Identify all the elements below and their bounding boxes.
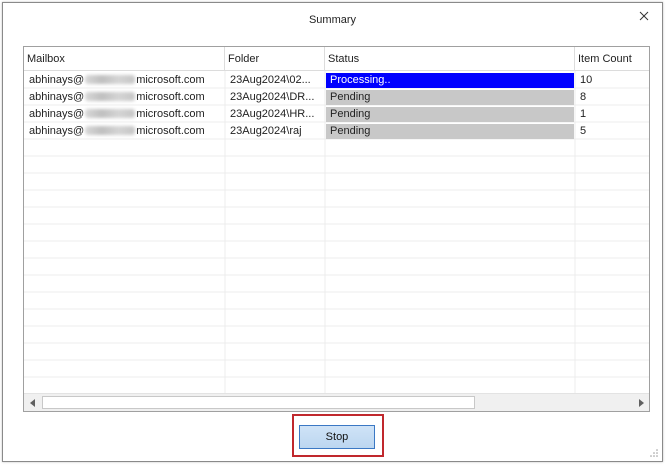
item-count-cell: 10 — [580, 74, 593, 86]
scroll-thumb[interactable] — [42, 396, 475, 409]
dialog-title: Summary — [308, 14, 357, 26]
table-row[interactable]: abhinays@ microsoft.com 23Aug2024\02... P… — [24, 72, 649, 89]
resize-grip-icon[interactable] — [649, 448, 659, 458]
status-cell: Pending — [326, 124, 574, 139]
close-icon — [639, 11, 649, 21]
horizontal-scrollbar[interactable] — [24, 393, 649, 411]
column-header-status[interactable]: Status — [325, 47, 575, 71]
column-header-mailbox[interactable]: Mailbox — [24, 47, 225, 71]
column-header-folder[interactable]: Folder — [225, 47, 325, 71]
grid-header: Mailbox Folder Status Item Count — [24, 47, 649, 71]
folder-cell: 23Aug2024\DR... — [230, 91, 315, 103]
summary-grid[interactable]: Mailbox Folder Status Item Count abhinay… — [23, 46, 650, 412]
table-row[interactable]: abhinays@ microsoft.com 23Aug2024\DR... P… — [24, 89, 649, 106]
redacted-text — [85, 109, 136, 118]
mailbox-cell: abhinays@ microsoft.com — [29, 125, 205, 137]
folder-cell: 23Aug2024\HR... — [230, 108, 315, 120]
folder-cell: 23Aug2024\02... — [230, 74, 311, 86]
summary-dialog: Summary Mailbox Folder Status Item Count… — [2, 2, 663, 462]
chevron-left-icon — [29, 398, 35, 407]
chevron-right-icon — [638, 398, 644, 407]
item-count-cell: 1 — [580, 108, 587, 120]
item-count-cell: 8 — [580, 91, 587, 103]
scroll-right-button[interactable] — [632, 394, 649, 411]
status-cell: Processing.. — [326, 73, 574, 88]
mailbox-cell: abhinays@ microsoft.com — [29, 74, 205, 86]
close-button[interactable] — [636, 8, 652, 24]
item-count-cell: 5 — [580, 125, 587, 137]
stop-button[interactable]: Stop — [299, 425, 375, 449]
redacted-text — [85, 92, 136, 101]
status-cell: Pending — [326, 90, 574, 105]
redacted-text — [85, 75, 136, 84]
table-row[interactable]: abhinays@ microsoft.com 23Aug2024\raj Pen… — [24, 123, 649, 140]
redacted-text — [85, 126, 136, 135]
table-row[interactable]: abhinays@ microsoft.com 23Aug2024\HR... P… — [24, 106, 649, 123]
folder-cell: 23Aug2024\raj — [230, 125, 302, 137]
status-cell: Pending — [326, 107, 574, 122]
scroll-left-button[interactable] — [24, 394, 41, 411]
mailbox-cell: abhinays@ microsoft.com — [29, 108, 205, 120]
mailbox-cell: abhinays@ microsoft.com — [29, 91, 205, 103]
column-header-item-count[interactable]: Item Count — [575, 47, 649, 71]
